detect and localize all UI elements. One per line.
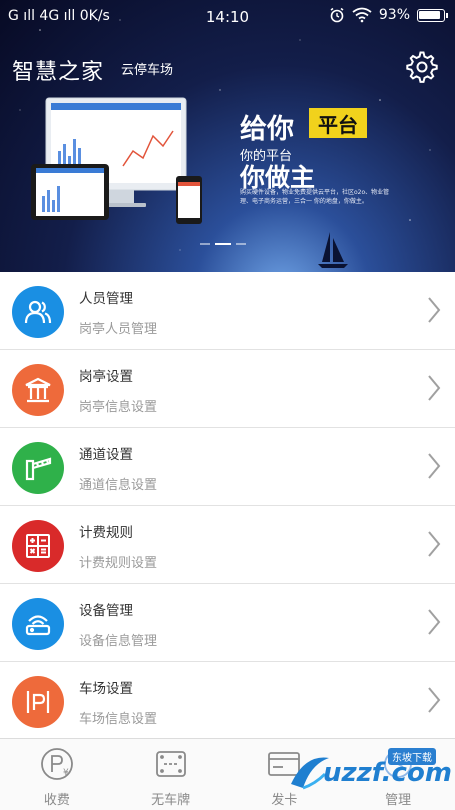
menu-item-title: 通道设置	[79, 447, 133, 463]
booth-icon	[12, 364, 64, 416]
menu-item-title: 岗亭设置	[79, 369, 133, 385]
menu-item-title: 人员管理	[79, 291, 133, 307]
gate-icon	[12, 442, 64, 494]
menu-item-billing[interactable]: 计费规则 计费规则设置	[0, 506, 455, 584]
menu-item-title: 计费规则	[79, 525, 133, 541]
tab-label: 无车牌	[151, 793, 191, 808]
chevron-right-icon	[428, 531, 441, 557]
tab-no-plate[interactable]: 无车牌	[114, 739, 228, 810]
banner[interactable]: 智慧之家 云停车场 给你 平台 你的平台 你做主 购买硬件设备，物业免费提供云平…	[0, 0, 455, 272]
menu-item-title: 车场设置	[79, 681, 133, 697]
menu-item-staff[interactable]: 人员管理 岗亭人员管理	[0, 272, 455, 350]
chevron-right-icon	[428, 453, 441, 479]
person-icon	[12, 286, 64, 338]
brand-subtitle: 云停车场	[121, 63, 174, 78]
chevron-right-icon	[428, 297, 441, 323]
calculator-icon	[12, 520, 64, 572]
menu-item-subtitle: 设备信息管理	[79, 634, 158, 649]
brand-logo: 智慧之家	[12, 60, 105, 85]
settings-gear-icon[interactable]	[405, 50, 439, 84]
menu-list: 人员管理 岗亭人员管理 岗亭设置 岗亭信息设置 通道设置 通道信息设置 计费规则…	[0, 272, 455, 740]
menu-item-subtitle: 通道信息设置	[79, 478, 158, 493]
carousel-dot[interactable]	[236, 243, 246, 245]
carousel-dot[interactable]	[200, 243, 210, 245]
status-bar: G ıll 4G ıll 0K/s 14:10 93%	[0, 0, 455, 32]
menu-item-booth[interactable]: 岗亭设置 岗亭信息设置	[0, 350, 455, 428]
devices-illustration	[31, 97, 202, 224]
slogan-line-1: 给你	[240, 114, 294, 145]
watermark-badge: 东坡下载	[388, 748, 436, 765]
slogan-description: 购买硬件设备，物业免费提供云平台，社区o2o、物业管理、电子商务运营，三合一 你…	[240, 189, 390, 205]
alarm-icon	[330, 7, 344, 23]
parking-icon	[12, 676, 64, 728]
wifi-icon	[352, 7, 372, 23]
watermark: uzzf.com 东坡下载	[285, 742, 455, 806]
menu-item-subtitle: 车场信息设置	[79, 712, 158, 727]
chevron-right-icon	[428, 687, 441, 713]
slogan-badge: 平台	[309, 108, 367, 138]
carousel-dot-active[interactable]	[215, 243, 231, 245]
menu-item-parking-lot[interactable]: 车场设置 车场信息设置	[0, 662, 455, 740]
menu-item-subtitle: 计费规则设置	[79, 556, 158, 571]
battery-icon	[417, 8, 448, 22]
chevron-right-icon	[428, 375, 441, 401]
menu-item-channel[interactable]: 通道设置 通道信息设置	[0, 428, 455, 506]
battery-percent: 93%	[378, 7, 410, 23]
chevron-right-icon	[428, 609, 441, 635]
status-right: 93%	[329, 7, 448, 23]
tab-charge[interactable]: ¥ 收费	[0, 739, 114, 810]
menu-item-subtitle: 岗亭信息设置	[79, 400, 158, 415]
carousel-indicator[interactable]	[200, 243, 246, 245]
svg-text:¥: ¥	[63, 768, 69, 778]
menu-item-title: 设备管理	[79, 603, 133, 619]
no-plate-icon	[155, 751, 186, 777]
tab-label: 收费	[43, 793, 70, 808]
router-icon	[12, 598, 64, 650]
menu-item-devices[interactable]: 设备管理 设备信息管理	[0, 584, 455, 662]
menu-item-subtitle: 岗亭人员管理	[79, 322, 158, 337]
parking-fee-icon: ¥	[40, 748, 73, 780]
